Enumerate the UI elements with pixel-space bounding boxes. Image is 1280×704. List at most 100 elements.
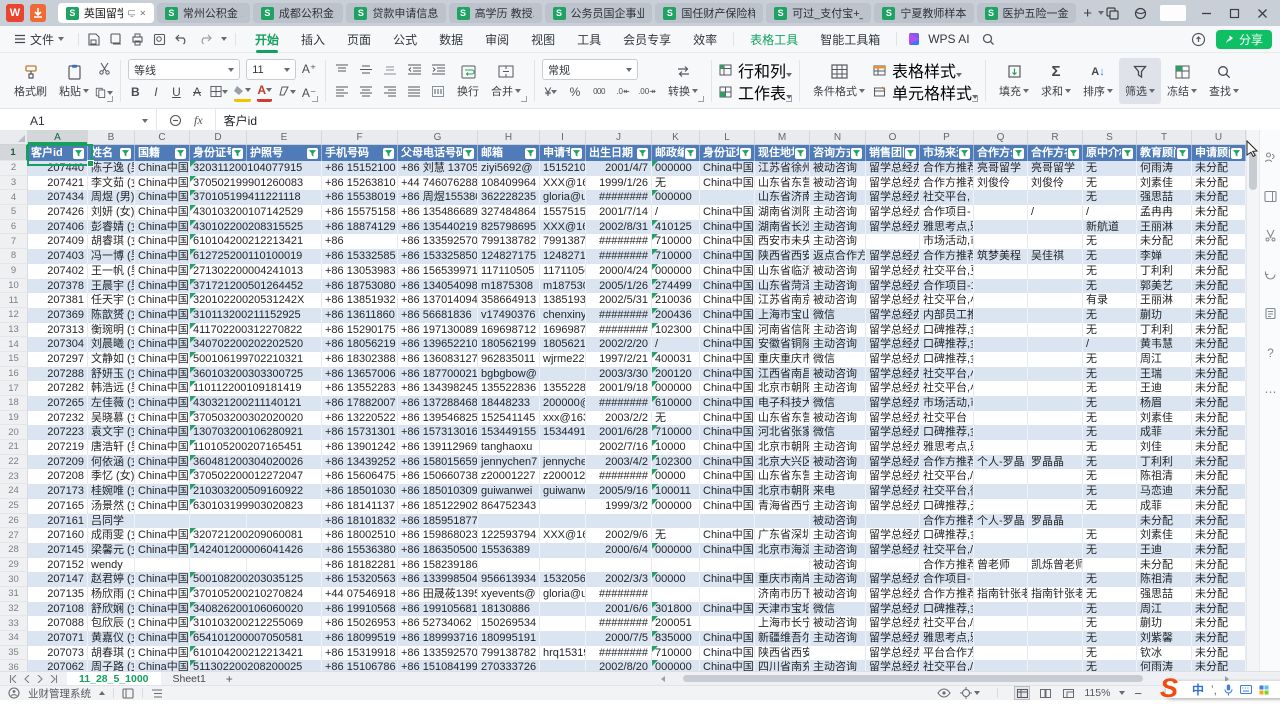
cell[interactable]: China中国 [135, 190, 190, 205]
cell[interactable]: China中国 [700, 279, 755, 294]
row-number[interactable]: 30 [0, 572, 28, 587]
cell[interactable]: 2001/4/7 [586, 161, 652, 176]
cell[interactable] [1028, 616, 1083, 631]
cell[interactable]: 未分配 [1192, 234, 1246, 249]
cell[interactable]: 207073 [28, 646, 88, 661]
cell[interactable]: 胡春琪 (女 [88, 646, 135, 661]
column-header-P[interactable]: P [920, 130, 974, 145]
cell[interactable]: +86 刘慧 137052 [398, 161, 478, 176]
cell[interactable]: 社交平台 [920, 411, 974, 426]
cell[interactable]: 610104200212213421 [190, 234, 247, 249]
cell[interactable]: ######## [586, 308, 652, 323]
row-number[interactable]: 18 [0, 396, 28, 411]
cell[interactable]: +86 1343982452 [398, 381, 478, 396]
cell[interactable]: 韩浩远 (男 [88, 381, 135, 396]
cell[interactable] [1028, 411, 1083, 426]
cell[interactable] [974, 616, 1028, 631]
horizontal-scrollbar-thumb[interactable] [683, 675, 1143, 682]
cell[interactable]: 无 [1083, 469, 1137, 484]
cell[interactable]: 400031 [652, 352, 700, 367]
column-header-K[interactable]: K [652, 130, 700, 145]
cell[interactable]: hrq153199 [540, 646, 586, 661]
header-cell[interactable]: 客户id [28, 145, 88, 161]
cell[interactable]: 王晨宇 (男 [88, 279, 135, 294]
cell[interactable]: +86 [322, 234, 398, 249]
cell[interactable]: 370105200210270824 [190, 587, 247, 602]
cell[interactable]: ziyi5692@ [478, 161, 540, 176]
cell[interactable]: 18130886 [478, 602, 540, 617]
cell[interactable] [974, 205, 1028, 220]
cell[interactable]: 未分配 [1192, 411, 1246, 426]
cell[interactable]: 301800 [652, 602, 700, 617]
download-icon[interactable] [30, 4, 46, 22]
sync-icon[interactable] [1263, 267, 1278, 282]
cell[interactable]: 370105199411221118 [190, 190, 247, 205]
cell[interactable]: 西安市未央 [755, 234, 810, 249]
column-header-O[interactable]: O [866, 130, 920, 145]
worksheet-button[interactable]: 工作表 [719, 82, 792, 102]
cell[interactable]: 15536389 [478, 543, 540, 558]
cell[interactable]: 无 [1083, 411, 1137, 426]
cell[interactable]: 刘俊伶 [1028, 176, 1083, 191]
cell[interactable]: 微信 [810, 425, 866, 440]
cell[interactable]: 合作方推荐 [920, 249, 974, 264]
cell[interactable]: 610104200212213421 [190, 646, 247, 661]
cell[interactable]: 主动咨询 [810, 543, 866, 558]
cell[interactable]: 留学总经办 [866, 161, 920, 176]
row-number[interactable]: 3 [0, 176, 28, 191]
cell[interactable]: +86 1395468251 [398, 411, 478, 426]
cell[interactable]: 207409 [28, 234, 88, 249]
cell[interactable]: 主动咨询 [810, 205, 866, 220]
cell[interactable]: 内部员工推 [920, 308, 974, 323]
cell[interactable]: 未分配 [1192, 646, 1246, 661]
cell[interactable]: +86 15536380 [322, 543, 398, 558]
cell[interactable]: 未分配 [1192, 455, 1246, 470]
cell[interactable] [974, 425, 1028, 440]
cell[interactable]: 270333726 [478, 660, 540, 671]
row-number[interactable]: 20 [0, 425, 28, 440]
cell[interactable]: 2001/6/6 [586, 602, 652, 617]
skin-icon[interactable] [1132, 5, 1148, 21]
cell[interactable] [1028, 279, 1083, 294]
header-cell[interactable]: 出生日期 [586, 145, 652, 161]
cell[interactable]: 207165 [28, 499, 88, 514]
print-button[interactable] [131, 33, 144, 46]
cell[interactable] [1028, 660, 1083, 671]
cell[interactable]: 32010220020531242X [190, 293, 247, 308]
ime-language-toggle[interactable]: 中 [1192, 681, 1204, 698]
cell[interactable]: 刘素佳 [1137, 176, 1192, 191]
cell[interactable]: 110105200207165451 [190, 440, 247, 455]
row-number[interactable]: 10 [0, 279, 28, 294]
row-number[interactable]: 19 [0, 411, 28, 426]
cell[interactable] [974, 220, 1028, 235]
table-style-button[interactable]: 表格样式 [873, 60, 978, 80]
cell[interactable]: 511302200208200025 [190, 660, 247, 671]
row-number[interactable]: 29 [0, 558, 28, 573]
cell[interactable]: +86 15731301 [322, 425, 398, 440]
task-pane-icon[interactable] [1263, 189, 1278, 204]
eye-icon[interactable] [937, 688, 951, 698]
cell[interactable]: 口碑推荐,金 [920, 425, 974, 440]
cell[interactable]: 返点合作方 [810, 249, 866, 264]
cell[interactable]: 主动咨询 [810, 660, 866, 671]
cell[interactable]: 207108 [28, 602, 88, 617]
cell[interactable]: 358664913 [478, 293, 540, 308]
cell[interactable]: 留学总经办 [866, 264, 920, 279]
cell[interactable]: China中国 [135, 176, 190, 191]
cell[interactable]: 个人-罗晶 [974, 455, 1028, 470]
close-button[interactable] [1254, 5, 1270, 21]
cell[interactable]: 未分配 [1192, 396, 1246, 411]
align-left-icon[interactable] [333, 83, 351, 101]
cell[interactable]: 北京大兴区 [755, 455, 810, 470]
cell[interactable]: 李婵 [1137, 249, 1192, 264]
cell[interactable]: 留学总经办 [866, 205, 920, 220]
cell[interactable]: 2000/6/4 [586, 543, 652, 558]
cell[interactable]: 962835011 [478, 352, 540, 367]
cell[interactable]: 无 [1083, 352, 1137, 367]
sogou-logo[interactable]: S [1160, 673, 1178, 704]
cell[interactable]: 142401200006041426 [190, 543, 247, 558]
cell[interactable]: ######## [586, 396, 652, 411]
cell[interactable] [540, 616, 586, 631]
cell[interactable]: 陕西省西安 [755, 646, 810, 661]
cell[interactable]: 207161 [28, 514, 88, 529]
